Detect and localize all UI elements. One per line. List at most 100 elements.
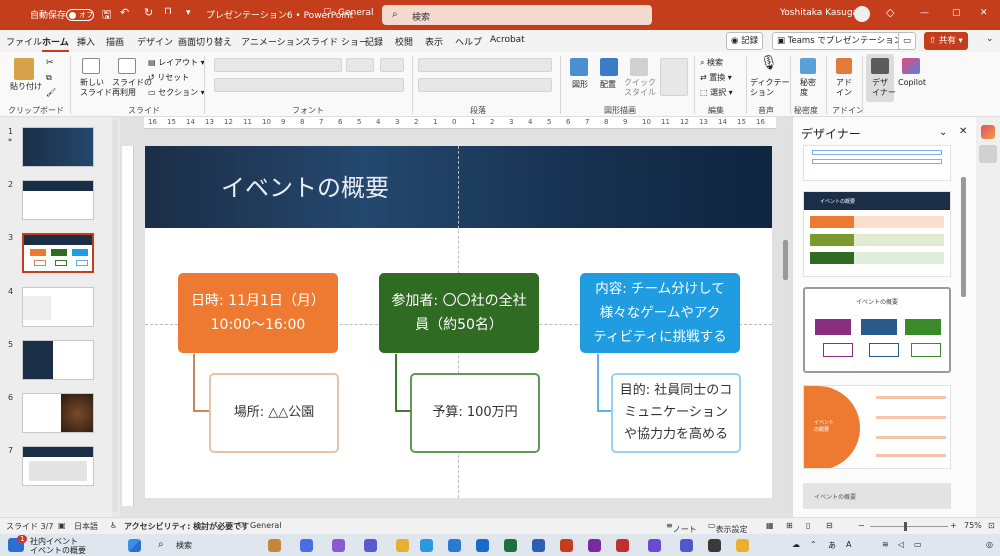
zoom-slider-thumb[interactable] bbox=[904, 522, 907, 531]
datetime-box[interactable]: 日時: 11月1日（月） 10:00〜16:00 bbox=[178, 273, 338, 353]
windows-start-icon[interactable] bbox=[128, 539, 141, 552]
outlook-icon[interactable] bbox=[476, 539, 489, 552]
slide-sorter-icon[interactable]: ⊞ bbox=[786, 521, 793, 530]
app-icon[interactable] bbox=[736, 539, 749, 552]
teams-icon[interactable] bbox=[680, 539, 693, 552]
spellcheck-icon[interactable]: ▣ bbox=[58, 521, 66, 530]
record-button[interactable]: ◉ 記録 bbox=[726, 32, 764, 50]
participants-box[interactable]: 参加者: 〇〇社の全社 員（約50名） bbox=[379, 273, 539, 353]
speaker-icon[interactable]: ◁ bbox=[898, 540, 904, 549]
list-controls[interactable] bbox=[418, 58, 552, 72]
sensitivity-label-btn[interactable]: 秘密 度 bbox=[800, 78, 816, 98]
notification-icon[interactable]: ◎ bbox=[986, 540, 993, 549]
language[interactable]: 日本語 bbox=[74, 521, 98, 532]
shape-format-controls[interactable] bbox=[660, 58, 688, 96]
new-slide-icon[interactable] bbox=[82, 58, 100, 74]
content-box[interactable]: 内容: チーム分けして 様々なゲームやアク ティビティに挑戦する bbox=[580, 273, 740, 353]
undo-icon[interactable]: ↶ bbox=[120, 6, 129, 19]
battery-icon[interactable]: ▭ bbox=[914, 540, 922, 549]
display-settings-button[interactable]: ▭ 表示設定 bbox=[708, 521, 748, 534]
powerpoint-icon[interactable] bbox=[560, 539, 573, 552]
teams-present-button[interactable]: ▣ Teams でプレゼンテーション bbox=[772, 32, 908, 50]
onenote-icon[interactable] bbox=[588, 539, 601, 552]
copilot-icon[interactable] bbox=[981, 125, 995, 139]
designer-scroll-thumb[interactable] bbox=[961, 177, 966, 297]
search-box[interactable]: ⌕ 検索 bbox=[382, 5, 652, 25]
tab-record[interactable]: 記録 bbox=[365, 35, 383, 48]
design-idea-2[interactable]: イベントの概要 bbox=[803, 191, 951, 277]
tab-design[interactable]: デザイン bbox=[137, 35, 173, 48]
font-grow-shrink[interactable] bbox=[380, 58, 404, 72]
zoom-in-icon[interactable]: + bbox=[950, 521, 957, 530]
autosave-toggle[interactable]: オフ bbox=[66, 9, 94, 21]
wifi-icon[interactable]: ≋ bbox=[882, 540, 889, 549]
tab-transitions[interactable]: 画面切り替え bbox=[178, 35, 232, 48]
slide-thumbnail-6[interactable] bbox=[22, 393, 94, 433]
format-painter-icon[interactable]: 🖌 bbox=[46, 88, 56, 98]
font-name-field[interactable] bbox=[214, 58, 342, 72]
tab-review[interactable]: 校閲 bbox=[395, 35, 413, 48]
share-button[interactable]: ⇧ 共有 ▾ bbox=[924, 32, 968, 50]
close-button[interactable]: ✕ bbox=[980, 8, 988, 18]
taskbar-search[interactable]: 検索 bbox=[176, 540, 192, 551]
normal-view-icon[interactable]: ▦ bbox=[766, 521, 774, 530]
redo-icon[interactable]: ↻ bbox=[144, 6, 153, 19]
customize-qat-icon[interactable]: ▾ bbox=[186, 8, 191, 18]
location-box[interactable]: 場所: △△公園 bbox=[209, 373, 339, 453]
slide-thumbnail-1[interactable] bbox=[22, 127, 94, 167]
comments-button[interactable]: ▭ bbox=[898, 32, 917, 50]
reuse-slide-icon[interactable] bbox=[118, 58, 136, 74]
purpose-box[interactable]: 目的: 社員同士のコ ミュニケーション や協力力を高める bbox=[611, 373, 741, 453]
avatar[interactable] bbox=[854, 6, 870, 22]
canvas-scroll-thumb[interactable] bbox=[783, 240, 788, 280]
tab-acrobat[interactable]: Acrobat bbox=[490, 35, 525, 45]
slide-thumbnail-3[interactable] bbox=[22, 233, 94, 273]
addins-icon[interactable] bbox=[836, 58, 852, 74]
ime-indicator[interactable]: あ bbox=[828, 540, 836, 551]
copilot-icon[interactable] bbox=[902, 58, 920, 74]
cloud-icon[interactable]: ☁ bbox=[792, 540, 800, 549]
slide-title[interactable]: イベントの概要 bbox=[221, 168, 389, 203]
sensitivity-status[interactable]: General bbox=[250, 521, 282, 530]
design-idea-4[interactable]: イベント の概要 bbox=[803, 385, 951, 469]
app-icon[interactable] bbox=[332, 539, 345, 552]
pin-icon[interactable]: ⊓ bbox=[164, 6, 172, 17]
sensitivity-label[interactable]: General bbox=[338, 8, 373, 18]
app-icon[interactable] bbox=[708, 539, 721, 552]
font-format-row[interactable] bbox=[214, 78, 404, 92]
quick-styles-label[interactable]: クイック スタイル bbox=[624, 78, 656, 98]
addins-label[interactable]: アド イン bbox=[836, 78, 852, 98]
slide[interactable]: イベントの概要 日時: 11月1日（月） 10:00〜16:00 参加者: 〇〇… bbox=[145, 146, 772, 498]
excel-icon[interactable] bbox=[504, 539, 517, 552]
fit-slide-icon[interactable]: ⊡ bbox=[988, 521, 995, 530]
paste-label[interactable]: 貼り付け bbox=[10, 82, 42, 92]
dictate-label[interactable]: ディクテー ション bbox=[750, 78, 789, 98]
font-size-field[interactable] bbox=[346, 58, 374, 72]
design-idea-1[interactable] bbox=[803, 145, 951, 181]
arrange-label[interactable]: 配置 bbox=[600, 80, 616, 90]
slide-thumbnail-5[interactable] bbox=[22, 340, 94, 380]
microphone-icon[interactable]: 🎙 bbox=[760, 56, 778, 70]
user-name[interactable]: Yoshitaka Kasugai bbox=[780, 8, 861, 18]
alignment-controls[interactable] bbox=[418, 78, 552, 92]
word-icon[interactable] bbox=[532, 539, 545, 552]
file-explorer-icon[interactable] bbox=[268, 539, 281, 552]
minimize-button[interactable]: — bbox=[920, 8, 929, 18]
reset-button[interactable]: ↺ リセット bbox=[148, 73, 189, 83]
budget-box[interactable]: 予算: 100万円 bbox=[410, 373, 540, 453]
thumbnail-scrollbar[interactable] bbox=[112, 120, 118, 512]
replace-button[interactable]: ⇄ 置換 ▾ bbox=[700, 73, 732, 83]
tab-insert[interactable]: 挿入 bbox=[77, 35, 95, 48]
new-slide-label[interactable]: 新しい スライド bbox=[80, 78, 112, 98]
close-icon[interactable]: ✕ bbox=[959, 126, 967, 137]
app-icon[interactable] bbox=[364, 539, 377, 552]
designer-side-icon[interactable] bbox=[979, 145, 997, 163]
accessibility-status[interactable]: アクセシビリティ: 検討が必要です bbox=[124, 521, 249, 532]
designer-label[interactable]: デザ イナー bbox=[872, 78, 896, 98]
section-button[interactable]: ▭ セクション ▾ bbox=[148, 88, 205, 98]
slideshow-icon[interactable]: ⊟ bbox=[826, 521, 833, 530]
diamond-icon[interactable]: ◇ bbox=[886, 6, 894, 19]
select-button[interactable]: ⬚ 選択 ▾ bbox=[700, 88, 733, 98]
zoom-slider[interactable] bbox=[870, 526, 948, 527]
app-icon[interactable] bbox=[300, 539, 313, 552]
